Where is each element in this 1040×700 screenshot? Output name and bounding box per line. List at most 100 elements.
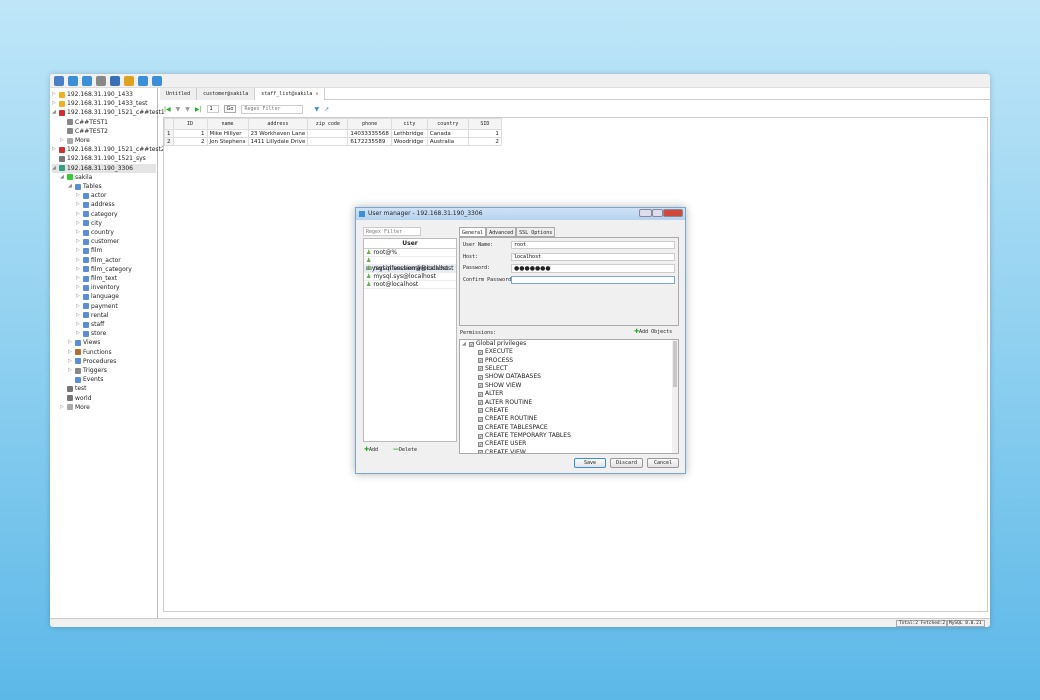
table-cell[interactable]: Jon Stephens — [206, 137, 249, 146]
discard-button[interactable]: Discard — [610, 458, 643, 468]
table-cell[interactable]: 1 — [467, 129, 502, 138]
table-cell[interactable]: 14033335568 — [347, 129, 392, 138]
expand-icon[interactable]: ▷ — [76, 210, 81, 219]
column-header[interactable]: zip code — [307, 118, 349, 130]
filter-icon[interactable]: ▼ — [314, 106, 319, 113]
tree-item-test[interactable]: test — [60, 384, 87, 393]
privilege-item[interactable]: ✓ CREATE TABLESPACE — [460, 424, 678, 432]
checkbox-icon[interactable]: ✓ — [478, 433, 483, 439]
checkbox-icon[interactable]: ✓ — [478, 416, 483, 422]
host-input[interactable] — [511, 253, 675, 261]
expand-icon[interactable]: ▷ — [68, 366, 73, 375]
tree-item-film-text[interactable]: ▷ film_text — [76, 274, 117, 283]
delete-user-button[interactable]: —Delete — [393, 446, 417, 453]
cancel-button[interactable]: Cancel — [647, 458, 679, 468]
table-cell[interactable]: Mike Hillyer — [206, 129, 249, 138]
column-header[interactable]: phone — [347, 118, 392, 130]
close-button[interactable] — [663, 209, 683, 217]
expand-icon[interactable]: ▷ — [76, 329, 81, 338]
column-header[interactable]: name — [206, 118, 249, 130]
checkbox-icon[interactable]: ✓ — [478, 425, 483, 431]
tree-item-film[interactable]: ▷ film — [76, 246, 102, 255]
expand-icon[interactable]: ▷ — [68, 338, 73, 347]
tree-item-store[interactable]: ▷ store — [76, 329, 106, 338]
add-objects-button[interactable]: ✚Add Objects — [634, 328, 672, 335]
user-list-item[interactable]: ♟ mysql.infoschema@localhost — [364, 257, 456, 272]
tree-item-payment[interactable]: ▷ payment — [76, 302, 118, 311]
page-input[interactable] — [206, 105, 219, 113]
expand-icon[interactable]: ◢ — [68, 182, 73, 191]
minimize-button[interactable] — [639, 209, 652, 217]
expand-icon[interactable]: ▷ — [76, 274, 81, 283]
expand-icon[interactable]: ▷ — [76, 191, 81, 200]
privilege-item[interactable]: ✓ CREATE TEMPORARY TABLES — [460, 432, 678, 440]
expand-icon[interactable]: ▷ — [60, 136, 65, 145]
tab-staff-list-sakila[interactable]: staff_list@sakila ✕ — [255, 88, 326, 100]
column-header[interactable]: SID — [467, 118, 502, 130]
table-cell[interactable]: 23 Workhaven Lane — [247, 129, 309, 138]
permissions-scrollbar[interactable] — [672, 340, 678, 453]
tree-item-sakila[interactable]: ◢ sakila — [60, 173, 92, 182]
privilege-item[interactable]: ✓ CREATE VIEW — [460, 449, 678, 453]
save-button[interactable]: Save — [574, 458, 606, 468]
expand-icon[interactable]: ▷ — [60, 403, 65, 412]
tree-item-actor[interactable]: ▷ actor — [76, 191, 106, 200]
new-query-icon[interactable] — [68, 76, 78, 86]
tree-item-film-category[interactable]: ▷ film_category — [76, 265, 132, 274]
expand-icon[interactable]: ▷ — [52, 145, 57, 154]
checkbox-icon[interactable]: ✓ — [469, 341, 474, 347]
close-tab-icon[interactable]: ✕ — [315, 91, 318, 97]
user-name-input[interactable] — [511, 241, 675, 249]
tree-item-c-test1[interactable]: C##TEST1 — [60, 118, 108, 127]
table-cell[interactable]: 2 — [172, 137, 208, 146]
tree-item-triggers[interactable]: ▷ Triggers — [68, 366, 107, 375]
tab-general[interactable]: General — [459, 227, 487, 237]
go-button[interactable]: Go — [223, 105, 237, 113]
expand-icon[interactable]: ▷ — [76, 246, 81, 255]
privilege-item[interactable]: ✓ CREATE USER — [460, 440, 678, 448]
tree-item-192-168-31-190-1433-test[interactable]: ▷ 192.168.31.190_1433_test — [52, 99, 148, 108]
expand-icon[interactable]: ▷ — [76, 292, 81, 301]
expand-icon[interactable]: ▷ — [76, 311, 81, 320]
table-cell[interactable]: 1411 Lillydale Drive — [247, 137, 309, 146]
add-user-button[interactable]: ✚Add — [364, 446, 378, 453]
expand-icon[interactable]: ◢ — [52, 164, 57, 173]
tree-item-city[interactable]: ▷ city — [76, 219, 102, 228]
tab-untitled[interactable]: Untitled — [160, 88, 198, 100]
table-cell[interactable]: 2 — [164, 137, 174, 146]
column-header[interactable]: country — [426, 118, 469, 130]
privilege-item[interactable]: ✓ ALTER — [460, 390, 678, 398]
tree-item-events[interactable]: Events — [68, 375, 103, 384]
expand-icon[interactable]: ▷ — [68, 348, 73, 357]
export-icon[interactable]: ↗ — [324, 106, 329, 113]
save-icon[interactable] — [96, 76, 106, 86]
tab-customer-sakila[interactable]: customer@sakila — [197, 88, 256, 100]
table-cell[interactable] — [307, 137, 349, 146]
tree-item-inventory[interactable]: ▷ inventory — [76, 283, 120, 292]
privilege-item[interactable]: ✓ ALTER ROUTINE — [460, 398, 678, 406]
checkbox-icon[interactable]: ✓ — [478, 366, 483, 372]
binoculars-icon[interactable] — [110, 76, 120, 86]
table-cell[interactable]: 1 — [164, 129, 174, 138]
tools-icon[interactable] — [138, 76, 148, 86]
tab-advanced[interactable]: Advanced — [486, 227, 517, 237]
checkbox-icon[interactable]: ✓ — [478, 383, 483, 389]
privilege-item[interactable]: ✓ PROCESS — [460, 356, 678, 364]
tree-item-category[interactable]: ▷ category — [76, 210, 118, 219]
table-cell[interactable] — [307, 129, 349, 138]
user-list-item[interactable]: ♟ root@localhost — [364, 281, 456, 289]
prev-page-icon[interactable]: ▼ — [176, 106, 181, 113]
expand-icon[interactable]: ▷ — [52, 99, 57, 108]
expand-icon[interactable]: ▷ — [76, 219, 81, 228]
global-privileges-node[interactable]: ◢ ✓ Global privileges — [460, 340, 678, 348]
schedule-icon[interactable] — [152, 76, 162, 86]
tree-item-country[interactable]: ▷ country — [76, 228, 114, 237]
tree-item-tables[interactable]: ◢ Tables — [68, 182, 102, 191]
tree-item-address[interactable]: ▷ address — [76, 200, 115, 209]
table-cell[interactable]: 1 — [172, 129, 208, 138]
expand-icon[interactable]: ◢ — [60, 173, 65, 182]
user-icon[interactable] — [124, 76, 134, 86]
table-row[interactable]: 1 1 Mike Hillyer 23 Workhaven Lane 140333355… — [164, 129, 502, 138]
tree-item-192-168-31-190-1521-sys[interactable]: 192.168.31.190_1521_sys — [52, 154, 146, 163]
checkbox-icon[interactable]: ✓ — [478, 450, 483, 453]
